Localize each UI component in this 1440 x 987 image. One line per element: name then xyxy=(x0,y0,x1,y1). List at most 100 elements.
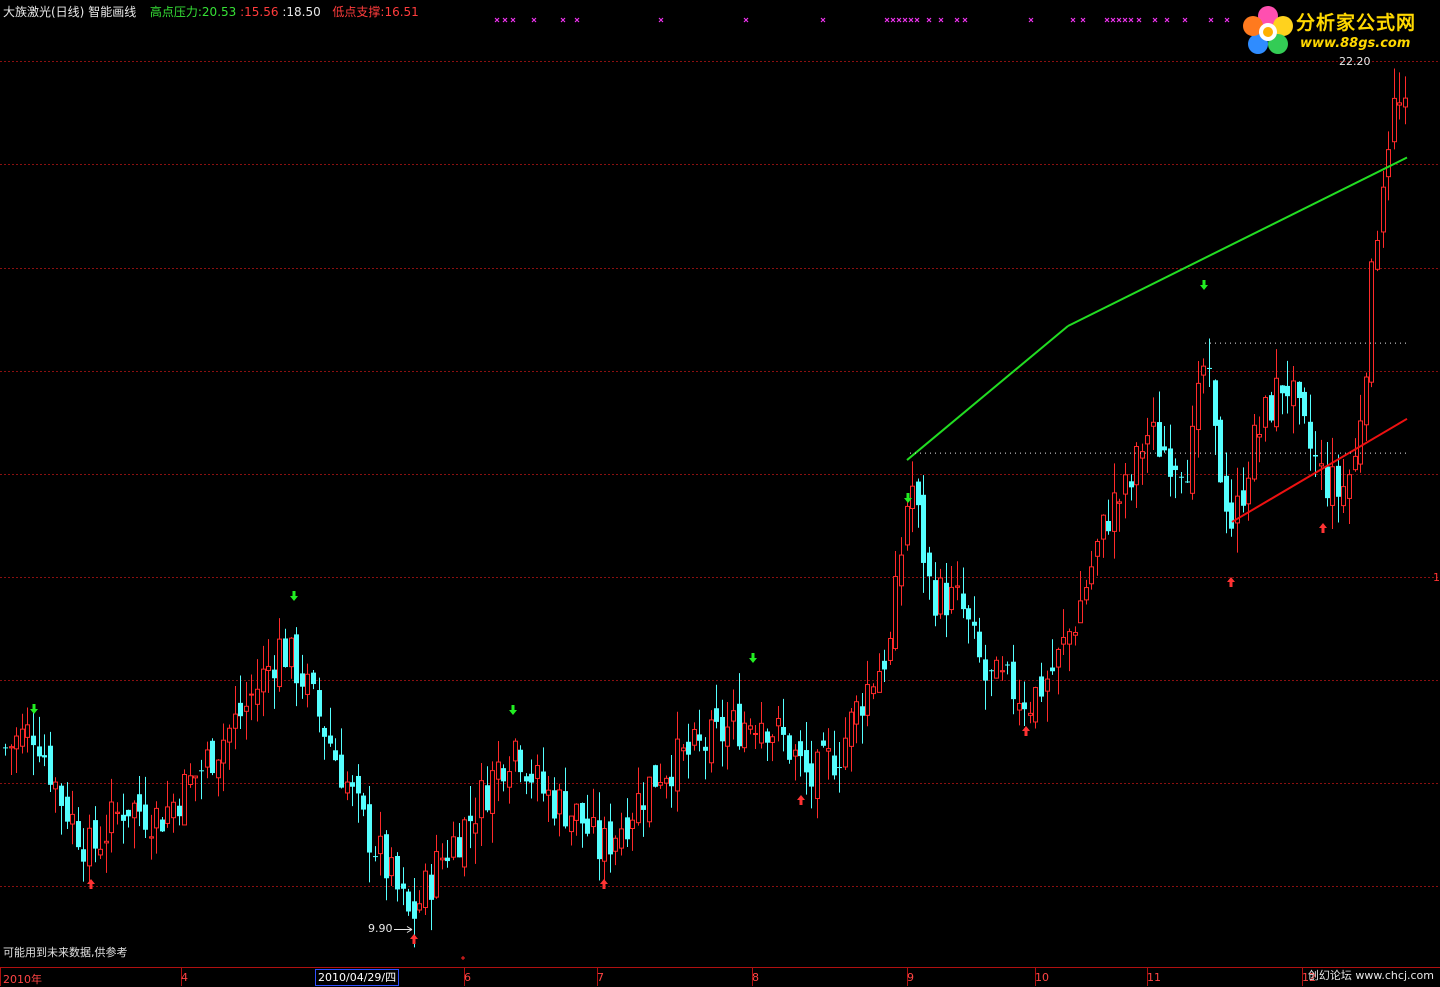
candle-body-53 xyxy=(300,673,305,687)
signal-mark-11 xyxy=(896,17,902,23)
candle-body-217 xyxy=(1218,419,1223,483)
candle-body-133 xyxy=(748,725,753,730)
candle-body-181 xyxy=(1017,702,1022,711)
candle-body-100 xyxy=(563,791,568,827)
sell-arrow-icon-2 xyxy=(509,705,517,715)
candle-body-16 xyxy=(93,820,98,849)
candle-body-228 xyxy=(1280,385,1285,394)
signal-mark-17 xyxy=(954,17,960,23)
candle-body-77 xyxy=(434,851,439,898)
candle-body-193 xyxy=(1084,587,1089,601)
signal-mark-12 xyxy=(902,17,908,23)
candle-body-146 xyxy=(821,740,826,746)
candle-body-145 xyxy=(815,751,820,800)
candle-body-27 xyxy=(154,807,159,829)
candle-body-112 xyxy=(630,819,635,829)
candle-body-33 xyxy=(188,775,193,785)
x-label-month-6: 6 xyxy=(464,971,471,984)
candle-body-147 xyxy=(826,748,831,752)
candle-body-205 xyxy=(1151,421,1156,427)
candle-body-229 xyxy=(1285,385,1290,397)
candle-body-241 xyxy=(1353,455,1358,471)
candle-body-34 xyxy=(193,775,198,779)
candle-body-210 xyxy=(1179,476,1184,478)
candle-body-247 xyxy=(1386,149,1391,178)
cursor-date-box[interactable]: 2010/04/29/四 xyxy=(315,969,400,986)
signal-mark-31 xyxy=(1208,17,1214,23)
candle-body-215 xyxy=(1207,367,1212,370)
signal-mark-28 xyxy=(1152,17,1158,23)
candle-body-63 xyxy=(356,775,361,794)
logo-url: www.88gs.com xyxy=(1300,36,1411,51)
candle-body-171 xyxy=(961,593,966,610)
candle-body-79 xyxy=(445,857,450,862)
candle-body-78 xyxy=(440,857,445,861)
candle-body-6 xyxy=(37,746,42,757)
candle-body-185 xyxy=(1039,676,1044,697)
candle-body-56 xyxy=(317,690,322,717)
flower-logo-icon xyxy=(1243,6,1293,54)
candle-body-173 xyxy=(972,621,977,626)
x-axis-marker xyxy=(461,956,465,960)
candle-body-10 xyxy=(59,785,64,806)
stock-title: 大族激光(日线) xyxy=(3,5,85,19)
candle-body-180 xyxy=(1011,661,1016,700)
candle-body-195 xyxy=(1095,541,1100,557)
candle-body-186 xyxy=(1045,678,1050,692)
candle-body-240 xyxy=(1347,474,1352,499)
signal-mark-29 xyxy=(1164,17,1170,23)
signal-mark-13 xyxy=(908,17,914,23)
candle-body-28 xyxy=(160,819,165,832)
candle-body-24 xyxy=(137,794,142,812)
candle-body-236 xyxy=(1325,466,1330,499)
candle-body-17 xyxy=(98,848,103,856)
candle-body-65 xyxy=(367,804,372,853)
candle-body-175 xyxy=(983,659,988,681)
candle-body-37 xyxy=(210,740,215,774)
candle-body-66 xyxy=(373,856,378,858)
candle-body-124 xyxy=(697,734,702,741)
candle-body-224 xyxy=(1257,433,1262,438)
candle-body-120 xyxy=(675,738,680,792)
candle-body-154 xyxy=(865,684,870,716)
sell-arrow-icon-0 xyxy=(30,704,38,714)
buy-arrow-icon-3 xyxy=(797,795,805,805)
signal-mark-22 xyxy=(1104,17,1110,23)
candle-body-86 xyxy=(485,785,490,811)
candle-body-40 xyxy=(227,727,232,743)
candle-body-162 xyxy=(910,485,915,510)
candle-body-177 xyxy=(994,659,999,679)
candle-body-1 xyxy=(9,746,14,749)
candle-body-52 xyxy=(294,634,299,684)
indicator-name: 智能画线 xyxy=(88,5,137,19)
candle-body-92 xyxy=(518,749,523,773)
candle-body-115 xyxy=(647,776,652,823)
candle-body-235 xyxy=(1319,463,1324,467)
candle-body-156 xyxy=(877,671,882,693)
candle-body-232 xyxy=(1302,391,1307,417)
candle-body-182 xyxy=(1022,702,1027,710)
signal-mark-9 xyxy=(884,17,890,23)
candle-body-31 xyxy=(177,805,182,817)
signal-mark-10 xyxy=(890,17,896,23)
candle-body-3 xyxy=(20,728,25,747)
signal-mark-19 xyxy=(1028,17,1034,23)
candle-body-76 xyxy=(429,874,434,900)
candle-body-150 xyxy=(843,737,848,768)
candle-body-35 xyxy=(199,770,204,772)
candle-body-216 xyxy=(1213,380,1218,426)
candle-body-204 xyxy=(1145,435,1150,445)
high-price-label: 22.20 xyxy=(1339,55,1371,68)
candle-body-8 xyxy=(48,745,53,785)
candle-body-152 xyxy=(854,701,859,725)
resistance-label: 高点压力: xyxy=(149,5,202,19)
candle-body-116 xyxy=(653,765,658,787)
candle-body-82 xyxy=(462,819,467,868)
buy-arrow-icon-1 xyxy=(410,934,418,944)
candle-body-22 xyxy=(126,809,131,817)
candle-body-23 xyxy=(132,802,137,819)
candle-body-197 xyxy=(1106,520,1111,532)
candle-body-44 xyxy=(249,693,254,696)
candle-body-183 xyxy=(1028,712,1033,716)
candle-body-85 xyxy=(479,780,484,819)
